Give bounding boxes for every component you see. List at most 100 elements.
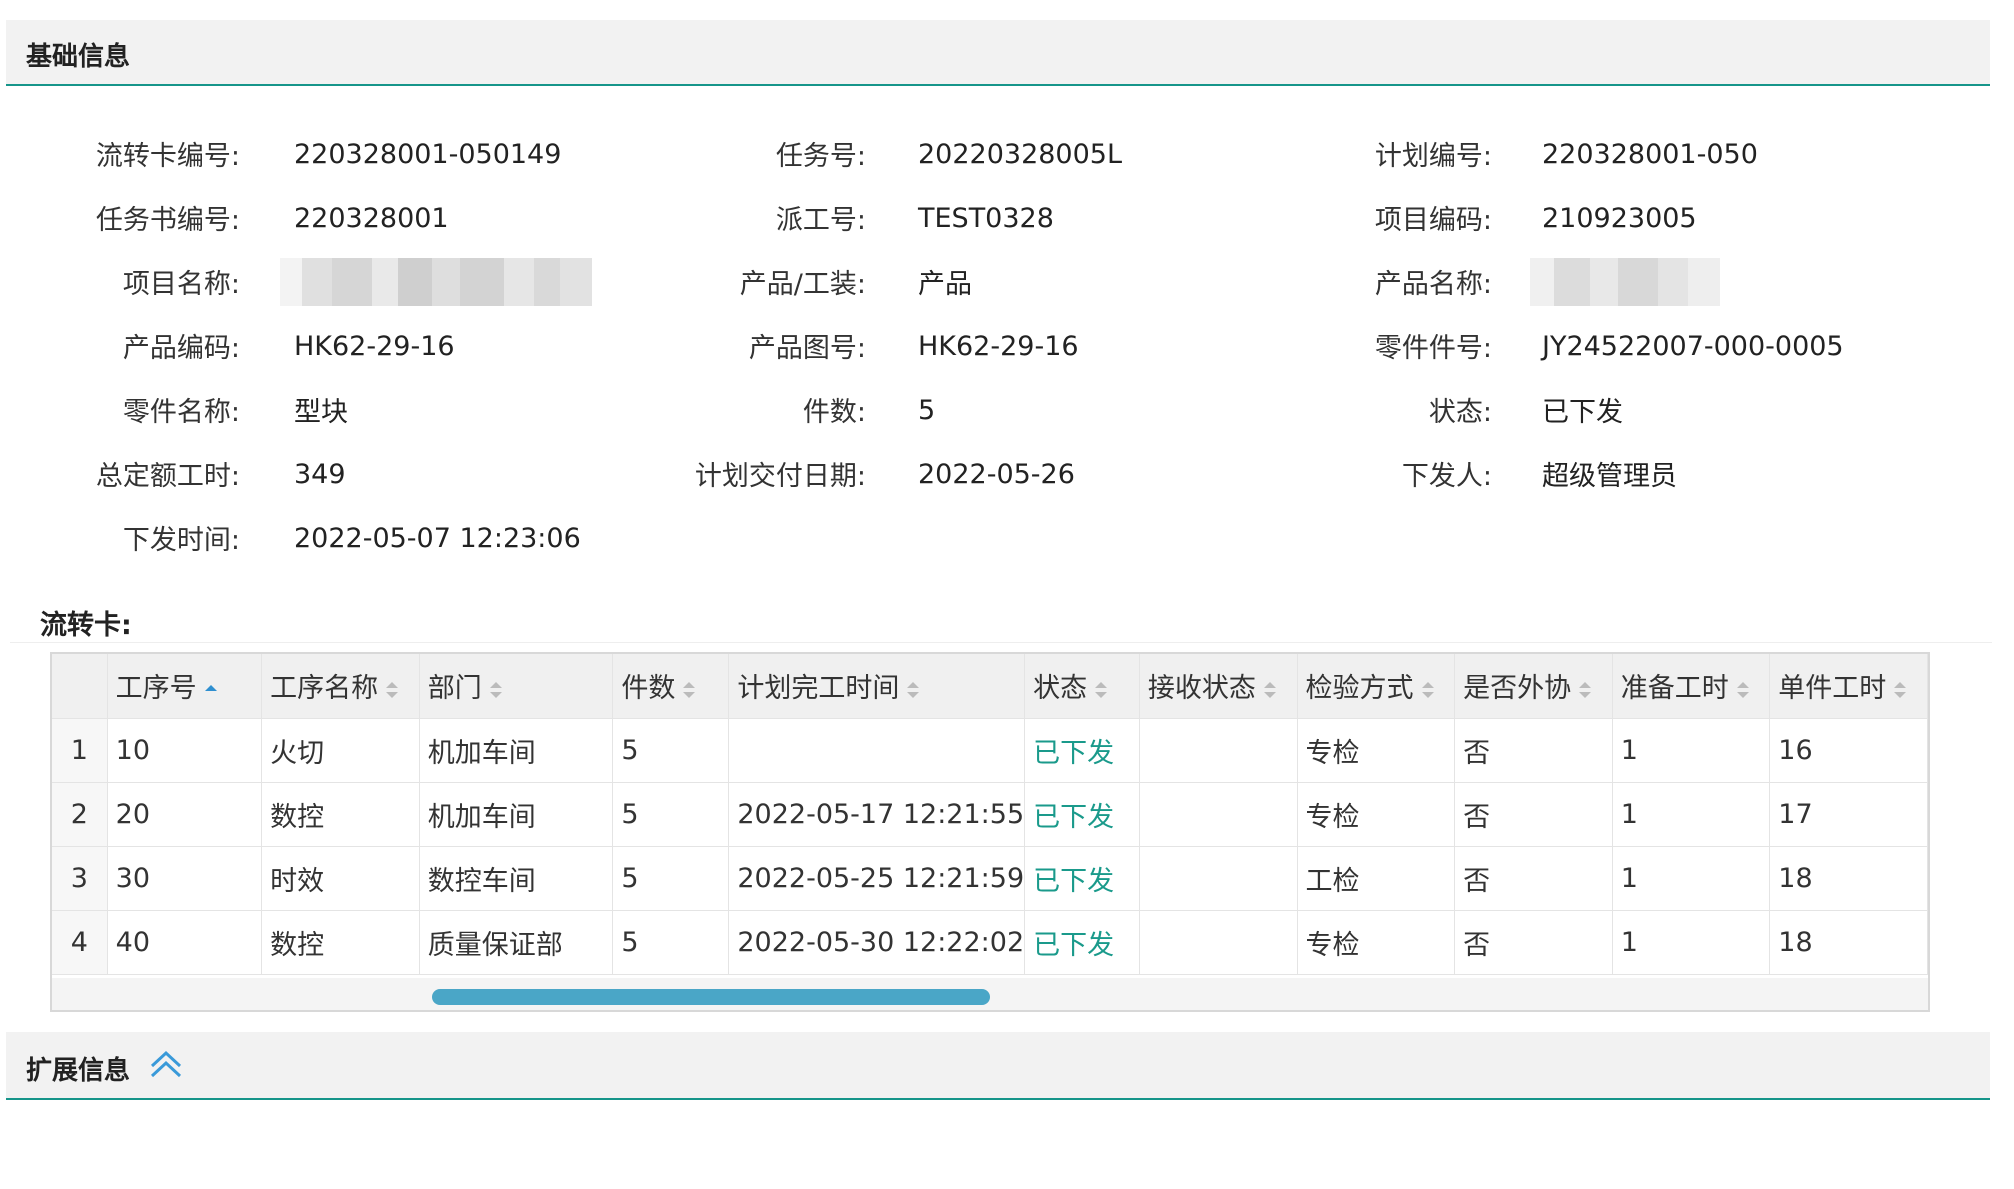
cell-inspection-method: 专检	[1297, 782, 1456, 847]
product-name-redacted	[1530, 258, 1720, 306]
cell-department: 机加车间	[419, 718, 614, 783]
cell-status: 已下发	[1024, 846, 1140, 911]
cell-step-name: 数控	[261, 910, 420, 975]
cell-step-name: 火切	[261, 718, 420, 783]
project-name-redacted	[280, 258, 592, 306]
product-name-label: 产品名称:	[1374, 269, 1492, 300]
row-index: 1	[52, 718, 108, 783]
project-code-label: 项目编码:	[1374, 205, 1492, 236]
cell-prep-hours: 1	[1612, 782, 1771, 847]
horizontal-scrollbar[interactable]	[52, 978, 1928, 1010]
cell-qty: 5	[612, 782, 730, 847]
status-label: 状态:	[1428, 397, 1492, 428]
table-row[interactable]: 1 10 火切 机加车间 5 已下发 专检 否 1 16	[52, 718, 1928, 783]
cell-inspection-method: 专检	[1297, 718, 1456, 783]
cell-plan-finish-time: 2022-05-17 12:21:55	[728, 782, 1026, 847]
cell-qty: 5	[612, 846, 730, 911]
cell-outsourced: 否	[1454, 782, 1613, 847]
total-hours-value: 349	[294, 459, 346, 490]
header-status[interactable]: 状态	[1024, 654, 1140, 719]
header-department[interactable]: 部门	[419, 654, 614, 719]
status-value: 已下发	[1542, 397, 1623, 428]
issue-time-label: 下发时间:	[122, 525, 240, 556]
task-no-label: 任务号:	[775, 141, 866, 172]
flow-card-grid: 工序号 工序名称 部门 件数 计划完工时间 状态 接收状态 检验方式 是否外协 …	[50, 652, 1930, 1012]
taskbook-no-value: 220328001	[294, 203, 449, 234]
cell-plan-finish-time	[728, 718, 1026, 783]
flow-card-title: 流转卡:	[40, 610, 132, 641]
delivery-date-value: 2022-05-26	[918, 459, 1075, 490]
cell-step-no: 20	[107, 782, 263, 847]
sort-icon	[1095, 681, 1108, 698]
cell-step-name: 数控	[261, 782, 420, 847]
header-plan-finish-time[interactable]: 计划完工时间	[728, 654, 1026, 719]
header-unit-hours[interactable]: 单件工时	[1769, 654, 1928, 719]
cell-qty: 5	[612, 910, 730, 975]
sort-icon	[1736, 681, 1749, 698]
cell-receive-status	[1139, 910, 1298, 975]
cell-department: 数控车间	[419, 846, 614, 911]
cell-unit-hours: 17	[1769, 782, 1928, 847]
product-tool-value: 产品	[918, 269, 972, 300]
sort-icon	[1263, 681, 1276, 698]
cell-prep-hours: 1	[1612, 846, 1771, 911]
table-header-row: 工序号 工序名称 部门 件数 计划完工时间 状态 接收状态 检验方式 是否外协 …	[52, 654, 1928, 719]
cell-unit-hours: 18	[1769, 910, 1928, 975]
cell-inspection-method: 工检	[1297, 846, 1456, 911]
flow-card-table: 工序号 工序名称 部门 件数 计划完工时间 状态 接收状态 检验方式 是否外协 …	[52, 654, 1928, 975]
project-name-label: 项目名称:	[122, 269, 240, 300]
product-drawing-label: 产品图号:	[748, 333, 866, 364]
row-index: 3	[52, 846, 108, 911]
table-row[interactable]: 3 30 时效 数控车间 5 2022-05-25 12:21:59 已下发 工…	[52, 846, 1928, 911]
header-receive-status[interactable]: 接收状态	[1139, 654, 1298, 719]
cell-department: 机加车间	[419, 782, 614, 847]
table-row[interactable]: 4 40 数控 质量保证部 5 2022-05-30 12:22:02 已下发 …	[52, 910, 1928, 975]
sort-icon	[489, 681, 502, 698]
delivery-date-label: 计划交付日期:	[694, 461, 866, 492]
sort-icon	[386, 681, 399, 698]
plan-no-label: 计划编号:	[1374, 141, 1492, 172]
cell-receive-status	[1139, 846, 1298, 911]
project-code-value: 210923005	[1542, 203, 1697, 234]
cell-status: 已下发	[1024, 782, 1140, 847]
total-hours-label: 总定额工时:	[95, 461, 240, 492]
scrollbar-thumb[interactable]	[432, 989, 990, 1005]
cell-unit-hours: 16	[1769, 718, 1928, 783]
basic-info-title: 基础信息	[26, 42, 131, 72]
header-prep-hours[interactable]: 准备工时	[1612, 654, 1771, 719]
extension-info-header[interactable]: 扩展信息	[6, 1032, 1990, 1100]
extension-info-title: 扩展信息	[26, 1056, 131, 1086]
cell-step-no: 40	[107, 910, 263, 975]
cell-step-no: 10	[107, 718, 263, 783]
plan-no-value: 220328001-050	[1542, 139, 1758, 170]
sort-icon	[1894, 681, 1907, 698]
header-step-name[interactable]: 工序名称	[261, 654, 420, 719]
sort-icon	[683, 681, 696, 698]
dispatch-no-value: TEST0328	[918, 203, 1054, 234]
qty-label: 件数:	[802, 397, 866, 428]
sort-asc-icon	[204, 684, 217, 691]
part-name-value: 型块	[294, 397, 348, 428]
cell-prep-hours: 1	[1612, 910, 1771, 975]
double-chevron-up-icon[interactable]	[146, 1044, 186, 1084]
table-row[interactable]: 2 20 数控 机加车间 5 2022-05-17 12:21:55 已下发 专…	[52, 782, 1928, 847]
product-code-label: 产品编码:	[122, 333, 240, 364]
cell-step-name: 时效	[261, 846, 420, 911]
cell-plan-finish-time: 2022-05-25 12:21:59	[728, 846, 1026, 911]
header-outsourced[interactable]: 是否外协	[1454, 654, 1613, 719]
header-step-no[interactable]: 工序号	[107, 654, 263, 719]
card-no-value: 220328001-050149	[294, 139, 562, 170]
qty-value: 5	[918, 395, 936, 426]
cell-status: 已下发	[1024, 718, 1140, 783]
header-qty[interactable]: 件数	[612, 654, 730, 719]
flow-card-divider	[10, 642, 1992, 643]
cell-prep-hours: 1	[1612, 718, 1771, 783]
cell-outsourced: 否	[1454, 910, 1613, 975]
header-inspection-method[interactable]: 检验方式	[1297, 654, 1456, 719]
cell-inspection-method: 专检	[1297, 910, 1456, 975]
card-no-label: 流转卡编号:	[95, 141, 240, 172]
issue-time-value: 2022-05-07 12:23:06	[294, 523, 581, 554]
product-code-value: HK62-29-16	[294, 331, 455, 362]
sort-icon	[907, 681, 920, 698]
product-drawing-value: HK62-29-16	[918, 331, 1079, 362]
